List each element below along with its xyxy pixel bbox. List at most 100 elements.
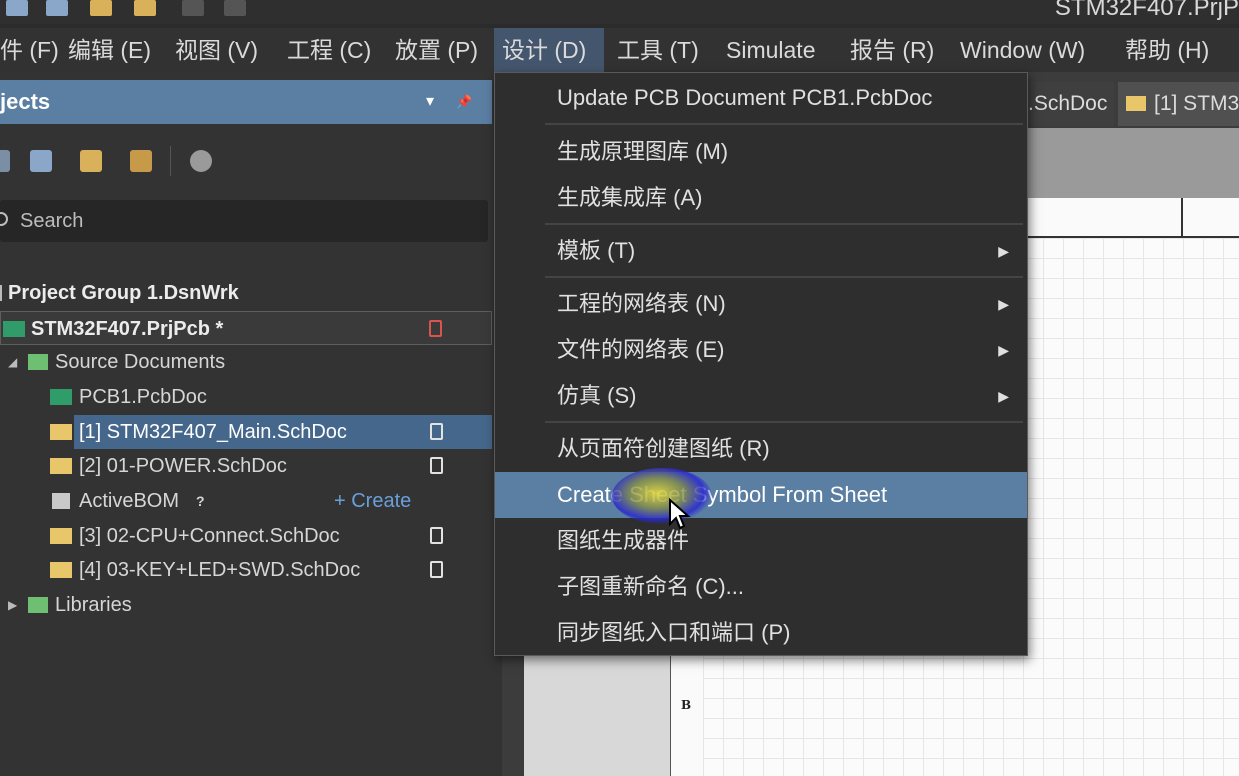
folder-settings-icon[interactable] (130, 150, 152, 172)
menu-item-create-sheet-symbol-from-sheet[interactable]: Create Sheet Symbol From Sheet (495, 472, 1027, 518)
menu-item-sync-sheet-entries[interactable]: 同步图纸入口和端口 (P) (495, 610, 1027, 656)
panel-pin-icon[interactable]: 📌 (456, 80, 472, 124)
menu-item-project-netlist[interactable]: 工程的网络表 (N) ▶ (495, 281, 1027, 327)
menu-item-label: 仿真 (S) (557, 383, 637, 408)
menu-design[interactable]: 设计 (D) (494, 28, 604, 72)
menu-reports[interactable]: 报告 (R) (842, 28, 942, 72)
save-all-icon[interactable] (46, 0, 68, 16)
zone-label: B (681, 698, 692, 712)
menu-separator (545, 223, 1023, 225)
document-label: [3] 02-CPU+Connect.SchDoc (79, 525, 340, 547)
panel-menu-icon[interactable]: ▾ (426, 80, 434, 124)
cursor-highlight (612, 468, 712, 524)
tree-item-document-selected[interactable]: [1] STM32F407_Main.SchDoc (50, 415, 492, 449)
tree-item-source-documents[interactable]: ◢ Source Documents (0, 345, 492, 379)
menu-window[interactable]: Window (W) (952, 28, 1093, 72)
tree-item-document[interactable]: [3] 02-CPU+Connect.SchDoc (0, 519, 492, 553)
menu-item-create-sheet-from-symbol[interactable]: 从页面符创建图纸 (R) (495, 426, 1027, 472)
menu-item-templates[interactable]: 模板 (T) ▶ (495, 228, 1027, 274)
menu-item-label: 生成原理图库 (M) (557, 139, 729, 164)
submenu-arrow-icon: ▶ (998, 388, 1009, 404)
save-icon[interactable] (6, 0, 28, 16)
search-placeholder: Search (20, 210, 84, 232)
toolbar-divider (170, 146, 171, 176)
save-project-icon[interactable] (30, 150, 52, 172)
window-title: STM32F407.PrjP (1054, 0, 1239, 21)
activebom-icon (52, 493, 70, 509)
document-status-icon (430, 423, 443, 440)
document-tab[interactable]: .SchDoc (1028, 82, 1114, 126)
tree-item-libraries[interactable]: ▶ Libraries (0, 588, 492, 622)
schematic-document-icon (50, 562, 72, 578)
open-folder-icon[interactable] (90, 0, 112, 16)
document-label: [4] 03-KEY+LED+SWD.SchDoc (79, 559, 361, 581)
tree-item-document[interactable]: [2] 01-POWER.SchDoc (0, 449, 492, 483)
document-status-icon (430, 561, 443, 578)
submenu-arrow-icon: ▶ (998, 342, 1009, 358)
help-icon[interactable]: ? (196, 484, 205, 518)
menu-item-document-netlist[interactable]: 文件的网络表 (E) ▶ (495, 327, 1027, 373)
menu-item-label: Create Sheet Symbol From Sheet (557, 482, 888, 507)
menu-item-update-pcb[interactable]: Update PCB Document PCB1.PcbDoc (495, 75, 1027, 121)
tree-item-activebom[interactable]: ActiveBOM ? + Create (0, 484, 492, 518)
menu-item-make-integrated-library[interactable]: 生成集成库 (A) (495, 175, 1027, 221)
gear-icon[interactable] (190, 150, 212, 172)
open-folder-icon[interactable] (80, 150, 102, 172)
menu-tools[interactable]: 工具 (T) (609, 28, 707, 72)
tree-item-document[interactable]: [4] 03-KEY+LED+SWD.SchDoc (0, 553, 492, 587)
zone-divider (1181, 198, 1183, 238)
menu-item-make-schematic-library[interactable]: 生成原理图库 (M) (495, 129, 1027, 175)
menu-edit[interactable]: 编辑 (E) (60, 28, 159, 72)
redo-icon[interactable] (224, 0, 246, 16)
menu-project[interactable]: 工程 (C) (279, 28, 379, 72)
project-group-icon (0, 285, 2, 301)
projects-panel-title: jects (0, 89, 51, 114)
design-menu-dropdown: Update PCB Document PCB1.PcbDoc 生成原理图库 (… (494, 72, 1028, 656)
document-label: [2] 01-POWER.SchDoc (79, 455, 287, 477)
document-tab-label: .SchDoc (1028, 92, 1108, 115)
menu-bar: 件 (F) 编辑 (E) 视图 (V) 工程 (C) 放置 (P) 设计 (D)… (0, 28, 1239, 72)
menu-item-label: 工程的网络表 (N) (557, 291, 726, 316)
submenu-arrow-icon: ▶ (998, 243, 1009, 259)
pcb-document-icon (50, 389, 72, 405)
source-documents-label: Source Documents (55, 351, 226, 373)
menu-item-label: 子图重新命名 (C)... (557, 574, 744, 599)
pcb-project-icon (3, 321, 25, 337)
document-tab-label: [1] STM3 (1154, 92, 1239, 115)
menu-file[interactable]: 件 (F) (0, 28, 67, 72)
projects-panel-header: jects ▾ 📌 (0, 80, 492, 124)
search-input[interactable]: Search (0, 200, 488, 242)
activebom-label: ActiveBOM (79, 490, 180, 512)
undo-icon[interactable] (182, 0, 204, 16)
menu-item-label: 同步图纸入口和端口 (P) (557, 620, 791, 645)
menu-help[interactable]: 帮助 (H) (1117, 28, 1217, 72)
collapse-arrow-icon[interactable]: ◢ (8, 345, 17, 379)
document-label: PCB1.PcbDoc (79, 386, 207, 408)
menu-simulate[interactable]: Simulate (718, 28, 823, 72)
folder-icon (28, 597, 48, 613)
menu-item-label: 文件的网络表 (E) (557, 337, 725, 362)
document-tab-active[interactable]: [1] STM3 (1118, 82, 1239, 126)
menu-item-label: 从页面符创建图纸 (R) (557, 436, 770, 461)
project-options-icon[interactable] (0, 150, 10, 172)
mouse-pointer-icon (669, 498, 691, 530)
menu-item-label: 模板 (T) (557, 238, 636, 263)
menu-place[interactable]: 放置 (P) (387, 28, 486, 72)
tree-item-project-group[interactable]: Project Group 1.DsnWrk (0, 276, 492, 310)
menu-item-label: Update PCB Document PCB1.PcbDoc (557, 85, 933, 110)
menu-view[interactable]: 视图 (V) (167, 28, 266, 72)
projects-panel-toolbar (0, 132, 492, 192)
open-project-icon[interactable] (134, 0, 156, 16)
menu-separator (545, 123, 1023, 125)
menu-item-sheet-to-part[interactable]: 图纸生成器件 (495, 518, 1027, 564)
create-bom-link[interactable]: + Create (334, 484, 411, 518)
menu-item-rename-child-sheet[interactable]: 子图重新命名 (C)... (495, 564, 1027, 610)
schematic-document-icon (50, 424, 72, 440)
schematic-document-icon (50, 458, 72, 474)
menu-separator (545, 276, 1023, 278)
menu-item-simulation[interactable]: 仿真 (S) ▶ (495, 373, 1027, 419)
menu-item-label: 生成集成库 (A) (557, 185, 703, 210)
tree-item-project[interactable]: STM32F407.PrjPcb * (0, 311, 492, 345)
tree-item-document[interactable]: PCB1.PcbDoc (0, 380, 492, 414)
expand-arrow-icon[interactable]: ▶ (8, 588, 17, 622)
